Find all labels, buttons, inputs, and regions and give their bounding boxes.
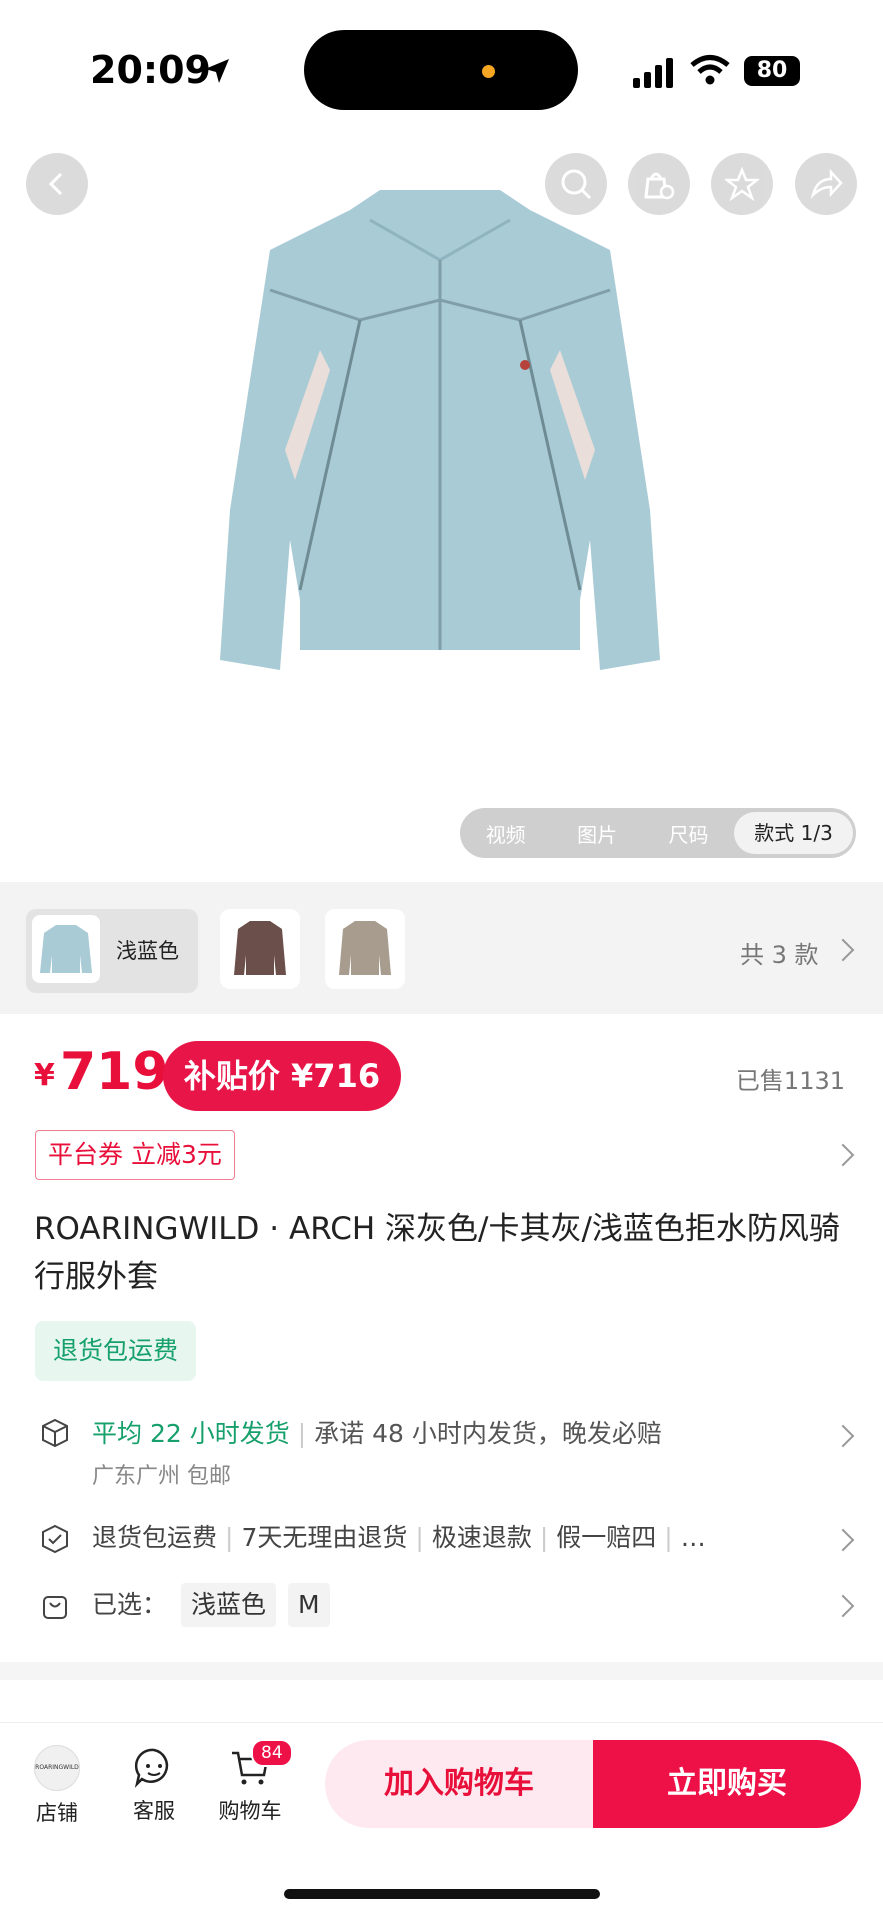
- favorite-button[interactable]: [711, 153, 773, 215]
- nav-store[interactable]: ROARINGWILD 店铺: [22, 1745, 92, 1827]
- bag-clock-icon: [644, 172, 675, 200]
- share-button[interactable]: [795, 153, 857, 215]
- guarantee-item: 极速退款: [431, 1523, 532, 1552]
- add-to-cart-button[interactable]: 加入购物车: [325, 1740, 593, 1828]
- battery-indicator: 80: [744, 56, 800, 86]
- chevron-right-icon: [831, 1594, 855, 1618]
- variant-thumbnail: [32, 915, 100, 983]
- variant-count[interactable]: 共 3 款: [740, 935, 819, 970]
- shipping-promise: 承诺 48 小时内发货，晚发必赔: [314, 1419, 662, 1448]
- guarantee-more: …: [680, 1523, 706, 1552]
- wifi-icon: [690, 55, 730, 85]
- shipping-location: 广东广州 包邮: [92, 1464, 231, 1489]
- variant-label: 浅蓝色: [116, 939, 179, 963]
- section-divider: [0, 1662, 883, 1680]
- back-button[interactable]: [26, 153, 88, 215]
- chevron-right-icon: [831, 1143, 855, 1167]
- package-icon: [42, 1418, 68, 1448]
- bag-icon: [43, 1596, 67, 1619]
- currency-symbol: ¥: [34, 1058, 55, 1093]
- guarantee-item: 退货包运费: [92, 1523, 218, 1552]
- share-icon: [810, 168, 843, 200]
- nav-cart-label: 购物车: [218, 1799, 282, 1823]
- guarantee-item: 假一赔四: [556, 1523, 657, 1552]
- cellular-signal-icon: [633, 58, 677, 88]
- status-time: 20:09: [90, 48, 211, 92]
- location-arrow-icon: [205, 59, 229, 83]
- product-title: ROARINGWILD · ARCH 深灰色/卡其灰/浅蓝色拒水防风骑行服外套: [34, 1211, 840, 1295]
- coupon-badge[interactable]: 平台券 立减3元: [35, 1130, 235, 1180]
- selected-color-tag: 浅蓝色: [181, 1583, 277, 1627]
- tab-styles[interactable]: 款式 1/3: [734, 812, 853, 854]
- product-image[interactable]: [220, 180, 660, 670]
- chevron-right-icon: [831, 1424, 855, 1448]
- subsidy-price-badge: 补贴价 ¥716: [163, 1041, 401, 1111]
- tab-video[interactable]: 视频: [460, 819, 551, 848]
- buy-now-button[interactable]: 立即购买: [593, 1740, 861, 1828]
- sold-count: 已售1131: [735, 1067, 845, 1095]
- chat-icon: [134, 1748, 169, 1788]
- guarantees-row[interactable]: 退货包运费 | 7天无理由退货 | 极速退款 | 假一赔四 |…: [0, 1518, 883, 1562]
- nav-cart[interactable]: 购物车 84: [215, 1739, 293, 1825]
- shipping-row[interactable]: 平均 22 小时发货 | 承诺 48 小时内发货，晚发必赔 广东广州 包邮: [0, 1414, 883, 1494]
- variant-brown[interactable]: [220, 909, 300, 989]
- dynamic-island: [304, 30, 578, 110]
- shipping-speed: 平均 22 小时发货: [92, 1419, 290, 1448]
- nav-store-label: 店铺: [36, 1801, 78, 1825]
- guarantee-item: 7天无理由退货: [241, 1523, 408, 1552]
- media-tabs: 视频 图片 尺码 款式 1/3: [460, 808, 856, 858]
- selected-size-tag: M: [288, 1583, 330, 1627]
- privacy-indicator: [482, 65, 495, 78]
- chevron-right-icon: [831, 1528, 855, 1552]
- search-icon: [561, 169, 592, 200]
- chevron-left-icon: [48, 172, 63, 196]
- selected-spec-row[interactable]: 已选： 浅蓝色 M: [0, 1580, 883, 1630]
- price: 719: [60, 1042, 169, 1102]
- selected-label: 已选：: [92, 1590, 168, 1619]
- bottom-bar-border: [0, 1722, 883, 1723]
- tab-images[interactable]: 图片: [551, 819, 642, 848]
- shield-check-icon: [42, 1524, 68, 1554]
- return-shipping-badge: 退货包运费: [35, 1321, 197, 1381]
- variant-khaki[interactable]: [325, 909, 405, 989]
- cart-count-badge: 84: [251, 1739, 293, 1767]
- history-bag-button[interactable]: [628, 153, 690, 215]
- store-logo: ROARINGWILD: [34, 1745, 80, 1791]
- variant-light-blue[interactable]: 浅蓝色: [26, 909, 198, 993]
- nav-service-label: 客服: [133, 1799, 175, 1823]
- home-indicator: [284, 1889, 600, 1899]
- nav-service[interactable]: 客服: [119, 1745, 189, 1825]
- tab-size[interactable]: 尺码: [643, 819, 734, 848]
- search-button[interactable]: [545, 153, 607, 215]
- star-icon: [725, 167, 759, 201]
